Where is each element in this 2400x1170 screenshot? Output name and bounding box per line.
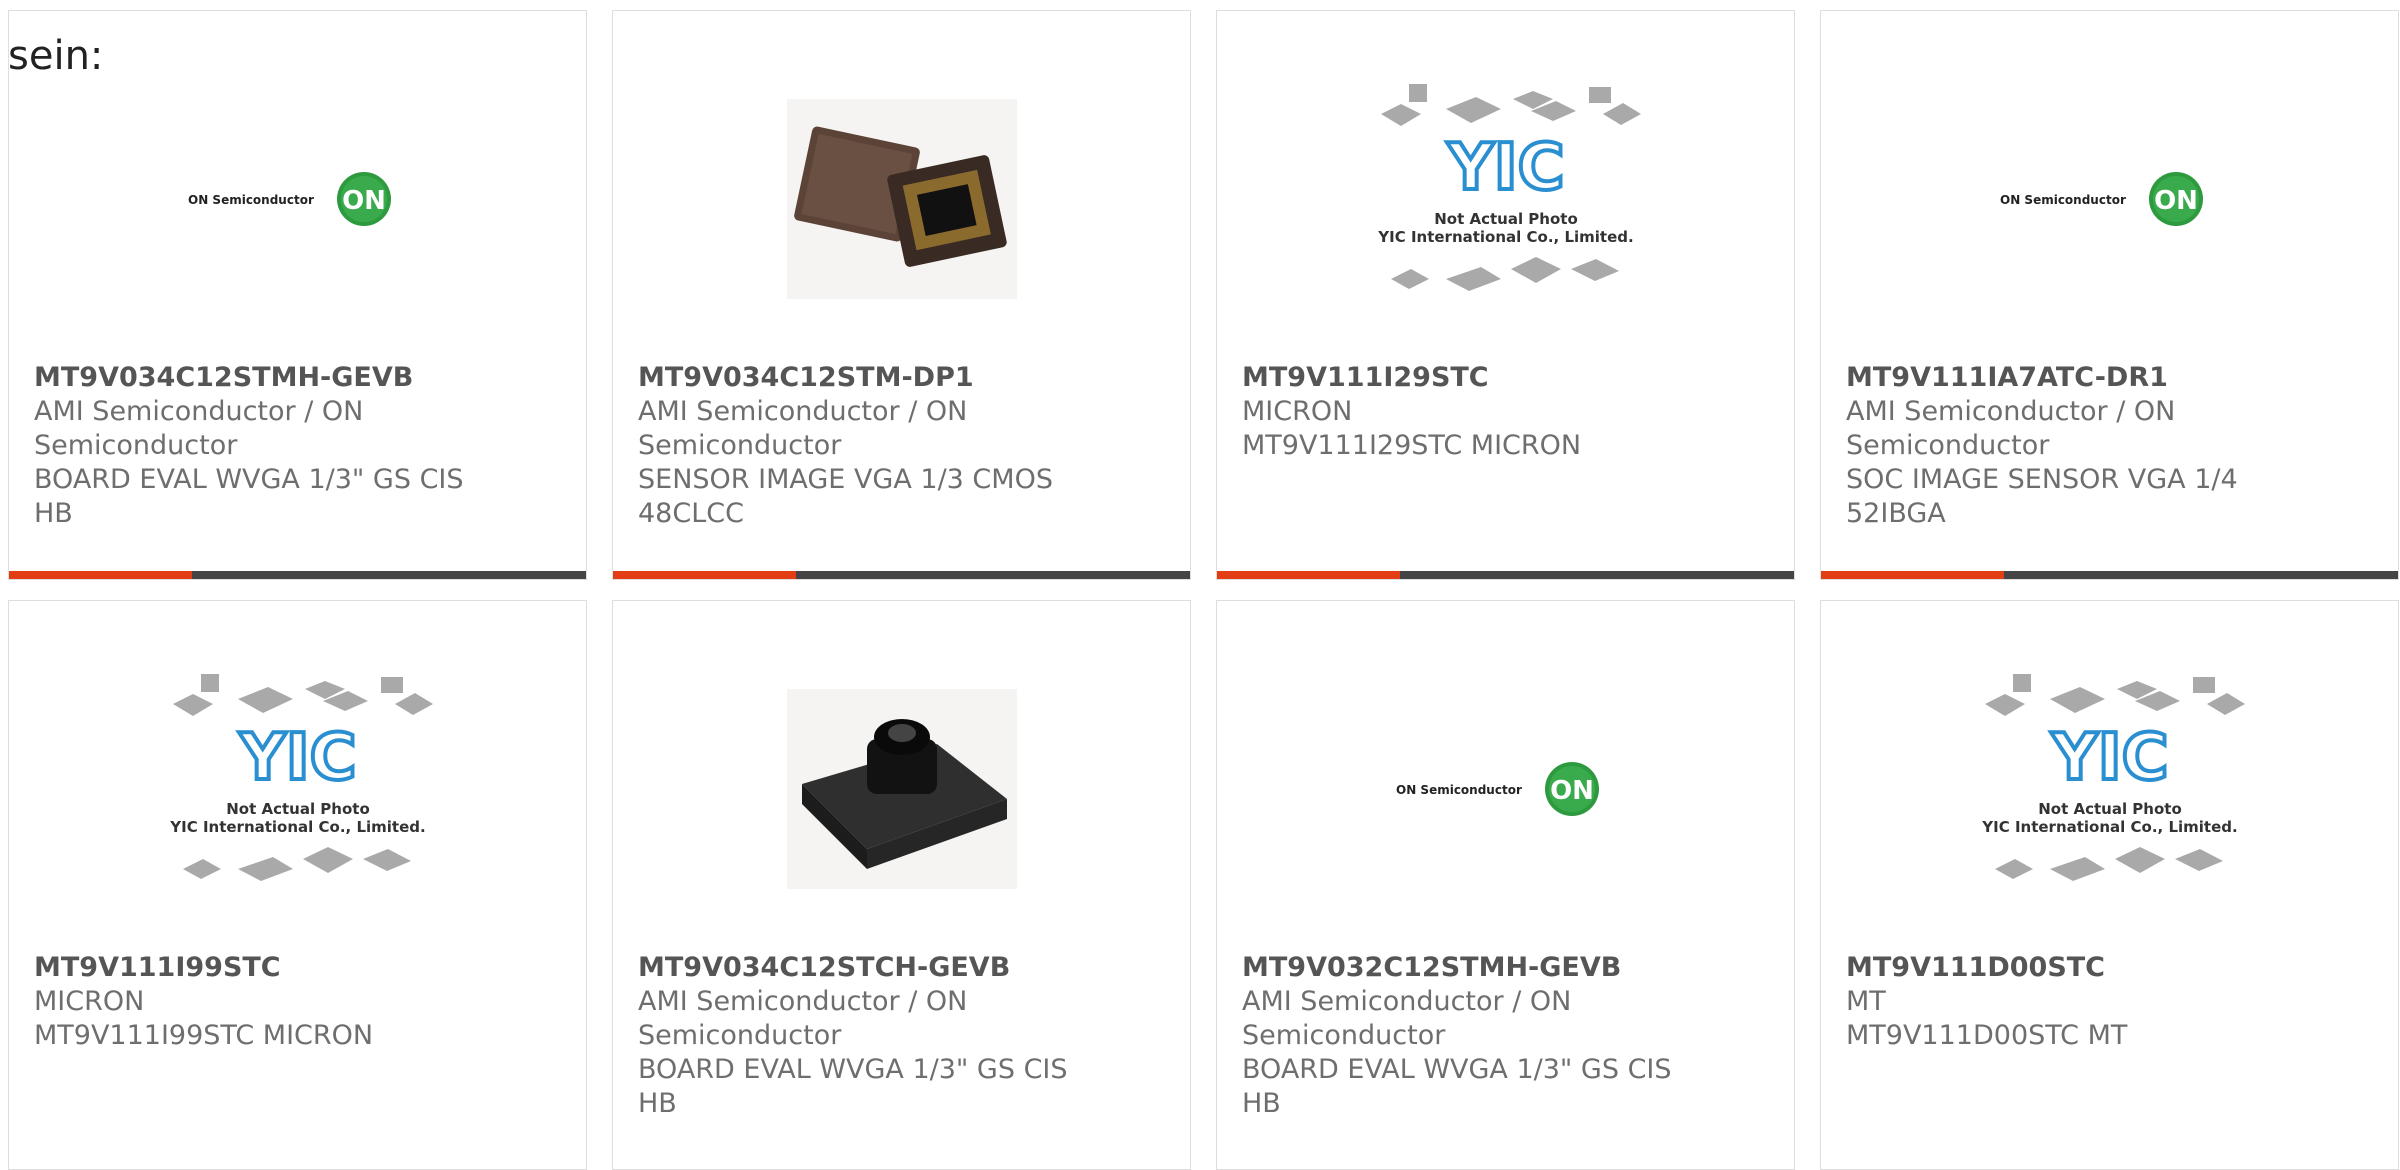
manufacturer: AMI Semiconductor / ON Semiconductor: [1846, 396, 2176, 461]
yic-note-2: YIC International Co., Limited.: [169, 818, 425, 836]
product-image: ON Semiconductor ON: [1821, 49, 2398, 349]
manufacturer: AMI Semiconductor / ON Semiconductor: [638, 986, 968, 1051]
on-brand-text: ON Semiconductor: [1396, 783, 1522, 797]
yic-note-1: Not Actual Photo: [226, 800, 370, 818]
accent-bar: [1821, 571, 2398, 579]
manufacturer: AMI Semiconductor / ON Semiconductor: [34, 396, 364, 461]
product-card[interactable]: MT9V034C12STCH-GEVB AMI Semiconductor / …: [612, 600, 1191, 1170]
description: SOC IMAGE SENSOR VGA 1/4 52IBGA: [1846, 464, 2238, 529]
accent-bar: [1217, 571, 1794, 579]
product-image: YIC Not Actual Photo YIC International C…: [9, 639, 586, 939]
description: MT9V111D00STC MT: [1846, 1020, 2128, 1051]
manufacturer: MICRON: [34, 986, 145, 1017]
manufacturer: AMI Semiconductor / ON Semiconductor: [1242, 986, 1572, 1051]
yic-logo-text: YIC: [238, 721, 356, 795]
description: BOARD EVAL WVGA 1/3" GS CIS HB: [638, 1054, 1068, 1119]
manufacturer: MICRON: [1242, 396, 1353, 427]
product-image: YIC Not Actual Photo YIC International C…: [1217, 49, 1794, 349]
part-number[interactable]: MT9V034C12STM-DP1: [638, 361, 1170, 395]
yic-note-2: YIC International Co., Limited.: [1377, 228, 1633, 246]
product-card[interactable]: ON Semiconductor ON MT9V034C12STMH-GEVB …: [8, 10, 587, 580]
yic-note-1: Not Actual Photo: [2038, 800, 2182, 818]
on-badge-text: ON: [342, 186, 386, 216]
part-number[interactable]: MT9V111D00STC: [1846, 951, 2378, 985]
yic-logo-text: YIC: [1446, 131, 1564, 205]
product-card[interactable]: MT9V034C12STM-DP1 AMI Semiconductor / ON…: [612, 10, 1191, 580]
part-number[interactable]: MT9V111I99STC: [34, 951, 566, 985]
description: MT9V111I29STC MICRON: [1242, 430, 1582, 461]
on-badge-text: ON: [1550, 776, 1594, 806]
description: SENSOR IMAGE VGA 1/3 CMOS 48CLCC: [638, 464, 1053, 529]
intro-text: sein:: [8, 33, 104, 79]
product-card[interactable]: ON Semiconductor ON MT9V111IA7ATC-DR1 AM…: [1820, 10, 2399, 580]
part-number[interactable]: MT9V111IA7ATC-DR1: [1846, 361, 2378, 395]
on-brand-text: ON Semiconductor: [188, 193, 314, 207]
product-image: [613, 49, 1190, 349]
manufacturer: MT: [1846, 986, 1886, 1017]
product-card[interactable]: ON Semiconductor ON MT9V032C12STMH-GEVB …: [1216, 600, 1795, 1170]
description: BOARD EVAL WVGA 1/3" GS CIS HB: [1242, 1054, 1672, 1119]
on-badge-text: ON: [2154, 186, 2198, 216]
part-number[interactable]: MT9V034C12STMH-GEVB: [34, 361, 566, 395]
part-number[interactable]: MT9V034C12STCH-GEVB: [638, 951, 1170, 985]
description: MT9V111I99STC MICRON: [34, 1020, 374, 1051]
part-number[interactable]: MT9V111I29STC: [1242, 361, 1774, 395]
product-image: YIC Not Actual Photo YIC International C…: [1821, 639, 2398, 939]
manufacturer: AMI Semiconductor / ON Semiconductor: [638, 396, 968, 461]
yic-note-1: Not Actual Photo: [1434, 210, 1578, 228]
product-image: [613, 639, 1190, 939]
product-image: ON Semiconductor ON: [9, 49, 586, 349]
description: BOARD EVAL WVGA 1/3" GS CIS HB: [34, 464, 464, 529]
product-card[interactable]: YIC Not Actual Photo YIC International C…: [8, 600, 587, 1170]
product-card[interactable]: YIC Not Actual Photo YIC International C…: [1216, 10, 1795, 580]
yic-note-2: YIC International Co., Limited.: [1981, 818, 2237, 836]
part-number[interactable]: MT9V032C12STMH-GEVB: [1242, 951, 1774, 985]
product-card[interactable]: YIC Not Actual Photo YIC International C…: [1820, 600, 2399, 1170]
on-brand-text: ON Semiconductor: [2000, 193, 2126, 207]
accent-bar: [613, 571, 1190, 579]
product-image: ON Semiconductor ON: [1217, 639, 1794, 939]
yic-logo-text: YIC: [2050, 721, 2168, 795]
accent-bar: [9, 571, 586, 579]
